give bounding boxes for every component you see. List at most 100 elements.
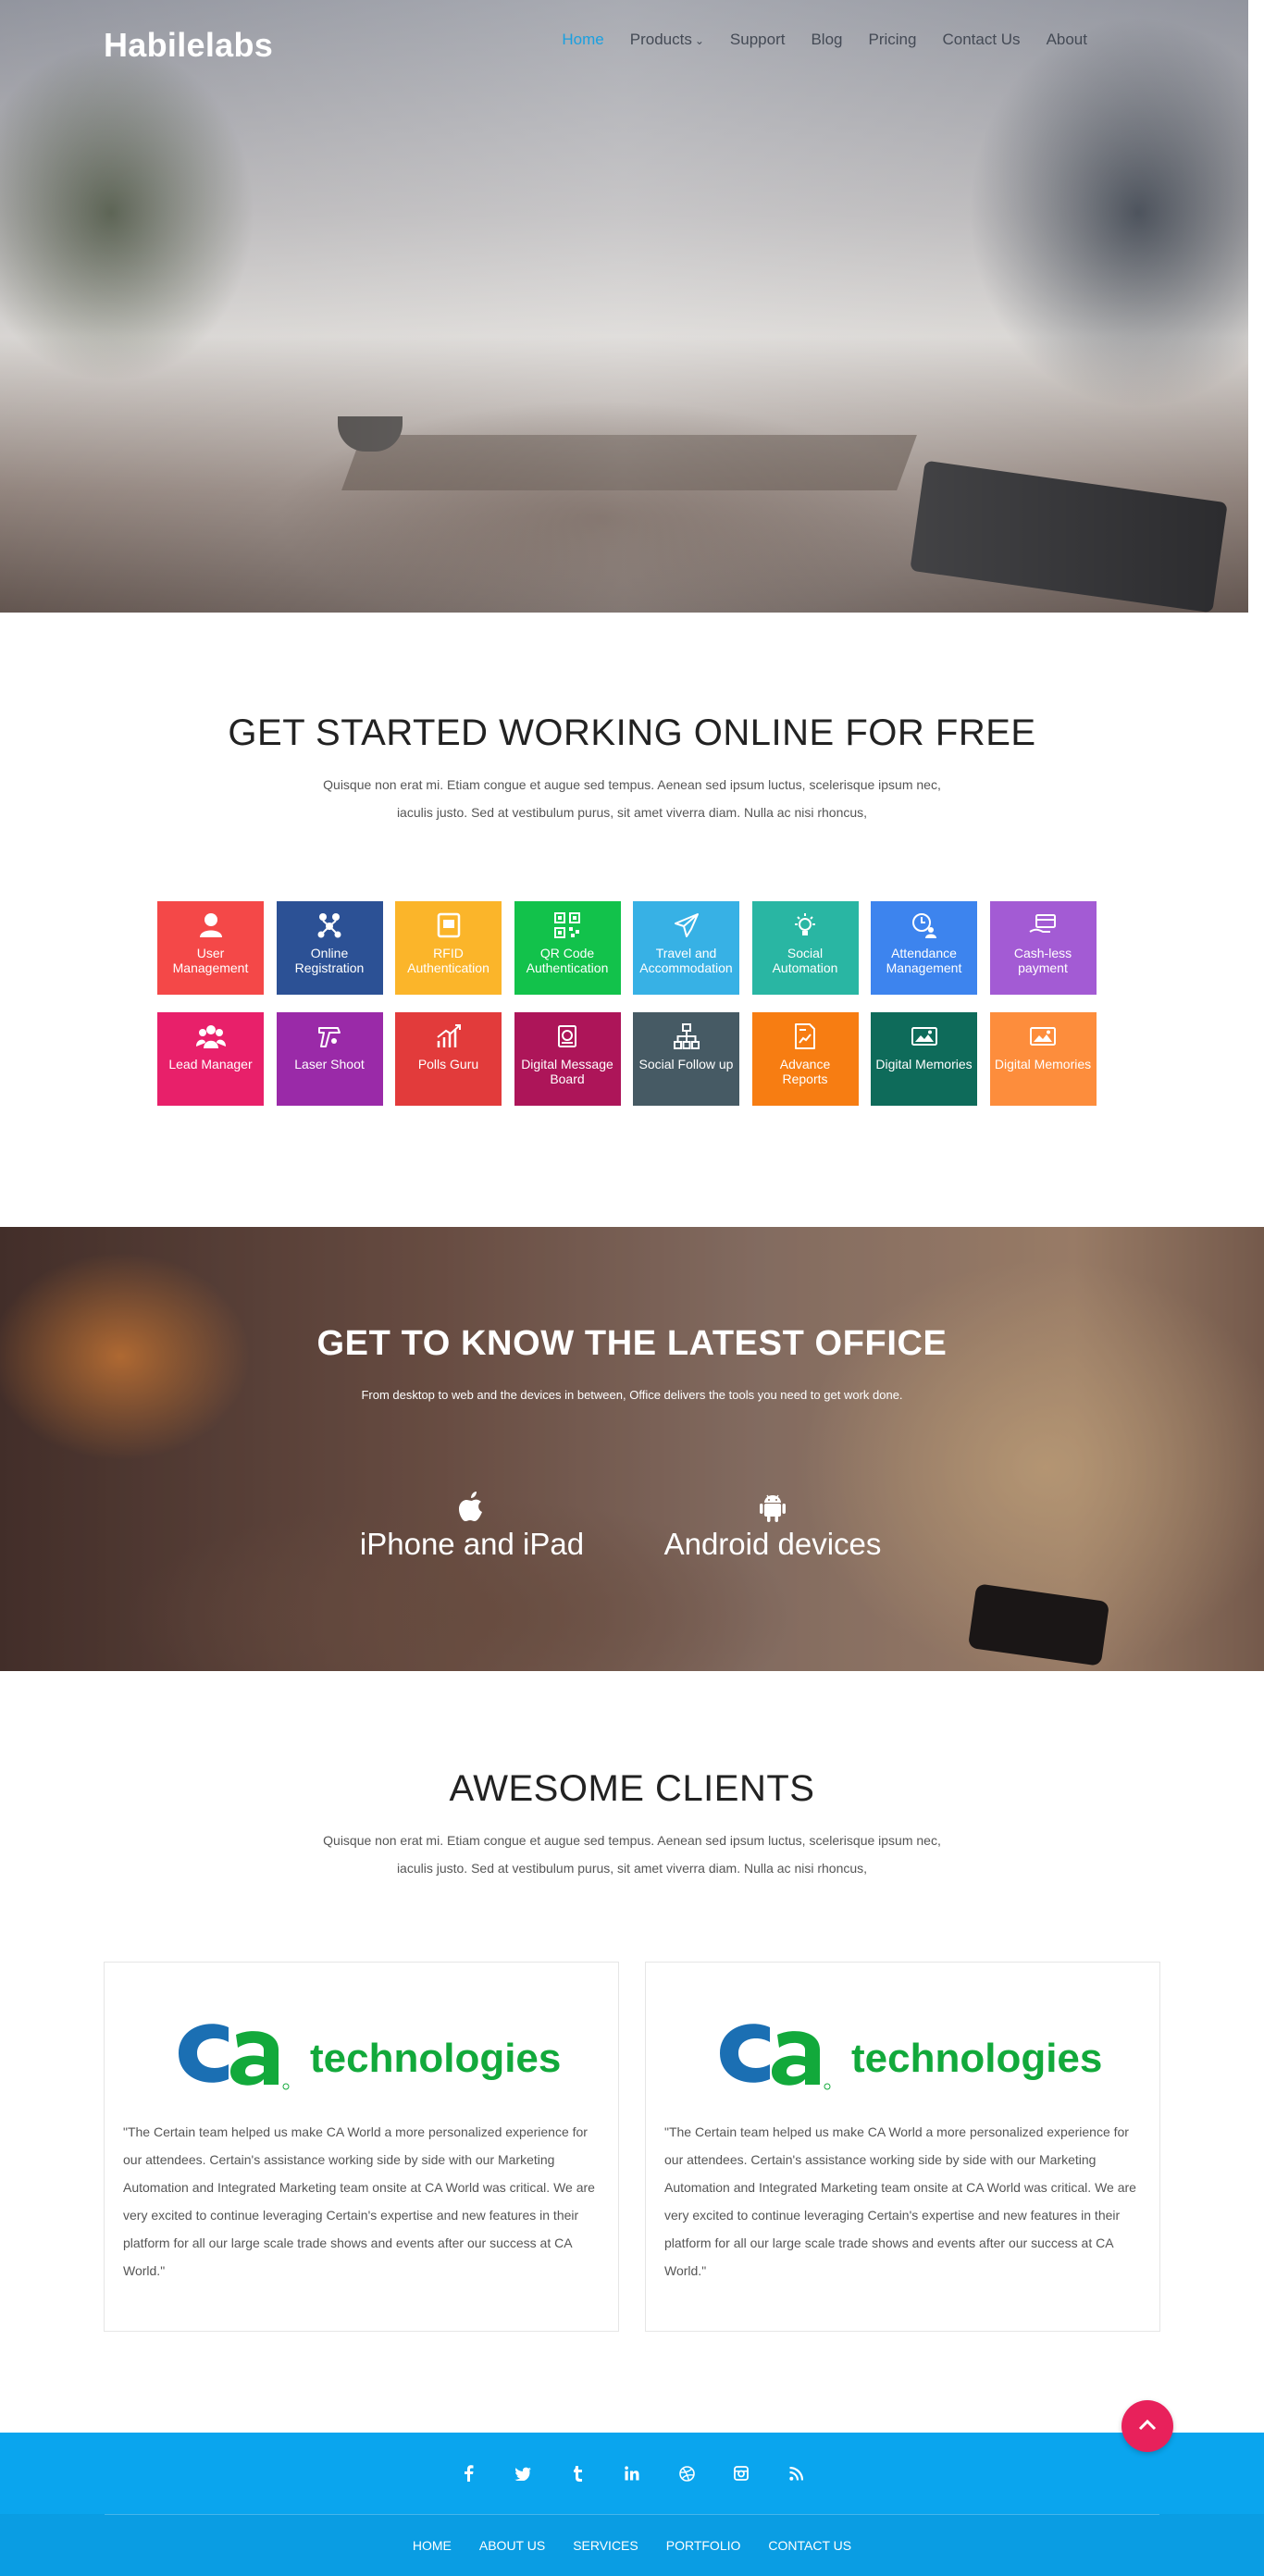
tile-advance-reports[interactable]: Advance Reports [751,1012,859,1106]
tile-label: Online Registration [294,946,365,975]
hero-photo-table [341,435,917,490]
tile-label: Social Follow up [638,1057,734,1071]
android-icon [643,1486,902,1523]
svg-text:technologies: technologies [310,2036,560,2081]
client-testimonial-card: technologies "The Certain team helped us… [645,1962,1160,2332]
footer-link-portfolio[interactable]: PORTFOLIO [652,2538,755,2553]
tile-label: Digital Memories [994,1057,1092,1071]
nav-about[interactable]: About [1034,30,1100,51]
nav-home[interactable]: Home [549,30,616,51]
nav-contact-us[interactable]: Contact Us [929,30,1033,51]
device-android[interactable]: Android devices [643,1486,902,1562]
tile-digital-memories-2[interactable]: Digital Memories [989,1012,1097,1106]
chart-growth-icon [432,1020,465,1053]
top-navbar: Habilelabs Home Products ⌄ Support Blog P… [0,0,1248,81]
hierarchy-icon [670,1020,703,1053]
tile-user-management[interactable]: User Management [157,901,264,995]
footer-link-home[interactable]: HOME [399,2538,465,2553]
tile-lead-manager[interactable]: Lead Manager [157,1012,264,1106]
footer-links-bar: HOME ABOUT US SERVICES PORTFOLIO CONTACT… [0,2514,1264,2576]
client-quote: "The Certain team helped us make CA Worl… [664,2124,1136,2278]
site-footer: HOME ABOUT US SERVICES PORTFOLIO CONTACT… [0,2433,1264,2576]
tile-label: User Management [172,946,249,975]
office-title: GET TO KNOW THE LATEST OFFICE [316,1324,948,1363]
tile-social-automation[interactable]: Social Automation [751,901,859,995]
tile-label: Digital Memories [875,1057,973,1071]
facebook-icon[interactable] [441,2433,496,2514]
dribbble-icon[interactable] [660,2433,714,2514]
apple-icon [342,1486,601,1523]
photo-icon [1026,1020,1060,1053]
tile-label: Travel and Accommodation [639,946,733,975]
site-logo[interactable]: Habilelabs [104,26,273,65]
features-section: GET STARTED WORKING ONLINE FOR FREE Quis… [0,613,1264,1227]
hero-banner: Habilelabs Home Products ⌄ Support Blog P… [0,0,1248,613]
qr-code-icon [551,909,584,942]
features-title: GET STARTED WORKING ONLINE FOR FREE [228,712,1036,753]
tile-social-follow-up[interactable]: Social Follow up [633,1012,739,1106]
office-subtitle: From desktop to web and the devices in b… [361,1388,903,1402]
clock-user-icon [908,909,941,942]
scroll-to-top-button[interactable] [1121,2400,1173,2452]
tile-label: Lead Manager [168,1057,253,1071]
tile-digital-message-board[interactable]: Digital Message Board [514,1012,621,1106]
clients-title: AWESOME CLIENTS [449,1768,815,1809]
footer-link-services[interactable]: SERVICES [559,2538,652,2553]
user-icon [194,909,228,942]
tile-label: Laser Shoot [294,1057,365,1071]
tile-qr-code-authentication[interactable]: QR Code Authentication [514,901,621,995]
message-board-icon [551,1020,584,1053]
nav-support[interactable]: Support [717,30,799,51]
chevron-down-icon: ⌄ [694,34,704,47]
nav-products-label: Products [629,31,692,48]
report-icon [788,1020,822,1053]
tile-laser-shoot[interactable]: Laser Shoot [276,1012,383,1106]
tile-attendance-management[interactable]: Attendance Management [871,901,977,995]
ca-technologies-logo: technologies [720,2024,1101,2090]
svg-text:technologies: technologies [851,2036,1101,2081]
device-iphone-ipad[interactable]: iPhone and iPad [342,1486,601,1562]
tile-label: QR Code Authentication [526,946,609,975]
group-icon [194,1020,228,1053]
tile-label: Social Automation [772,946,838,975]
tile-cash-less-payment[interactable]: Cash-less payment [989,901,1097,995]
ca-technologies-logo: technologies [179,2024,560,2090]
hero-photo-cup [338,416,403,452]
airplane-icon [670,909,703,942]
nav-blog[interactable]: Blog [798,30,855,51]
device-label: Android devices [663,1527,882,1561]
feature-tiles-grid: User Management Online Registration RFID… [157,901,1101,1106]
tile-travel-and-accommodation[interactable]: Travel and Accommodation [633,901,739,995]
tumblr-icon[interactable] [551,2433,605,2514]
nav-products[interactable]: Products ⌄ [617,30,717,51]
chevron-up-icon [1138,2418,1157,2435]
tile-label: Digital Message Board [521,1057,613,1086]
tile-label: Advance Reports [779,1057,831,1086]
tile-label: Attendance Management [886,946,962,975]
footer-link-about-us[interactable]: ABOUT US [465,2538,559,2553]
laser-gun-icon [313,1020,346,1053]
client-testimonial-card: technologies "The Certain team helped us… [104,1962,619,2332]
twitter-icon[interactable] [496,2433,551,2514]
main-menu: Home Products ⌄ Support Blog Pricing Cont… [549,30,1100,51]
tile-polls-guru[interactable]: Polls Guru [395,1012,502,1106]
footer-social-bar [0,2433,1264,2514]
footer-link-contact-us[interactable]: CONTACT US [754,2538,865,2553]
linkedin-icon[interactable] [605,2433,660,2514]
rss-icon[interactable] [769,2433,824,2514]
tile-label: Cash-less payment [1013,946,1072,975]
client-quote: "The Certain team helped us make CA Worl… [123,2124,595,2278]
nav-pricing[interactable]: Pricing [856,30,930,51]
clients-section: AWESOME CLIENTS Quisque non erat mi. Eti… [0,1671,1264,2433]
hero-photo-tablet [910,460,1228,613]
card-hand-icon [1026,909,1060,942]
network-users-icon [313,909,346,942]
instagram-icon[interactable] [714,2433,769,2514]
device-label: iPhone and iPad [359,1527,585,1561]
tile-digital-memories[interactable]: Digital Memories [871,1012,977,1106]
tile-rfid-authentication[interactable]: RFID Authentication [395,901,502,995]
tile-label: RFID Authentication [407,946,489,975]
photo-icon [908,1020,941,1053]
office-banner: GET TO KNOW THE LATEST OFFICE From deskt… [0,1227,1264,1671]
tile-online-registration[interactable]: Online Registration [276,901,383,995]
